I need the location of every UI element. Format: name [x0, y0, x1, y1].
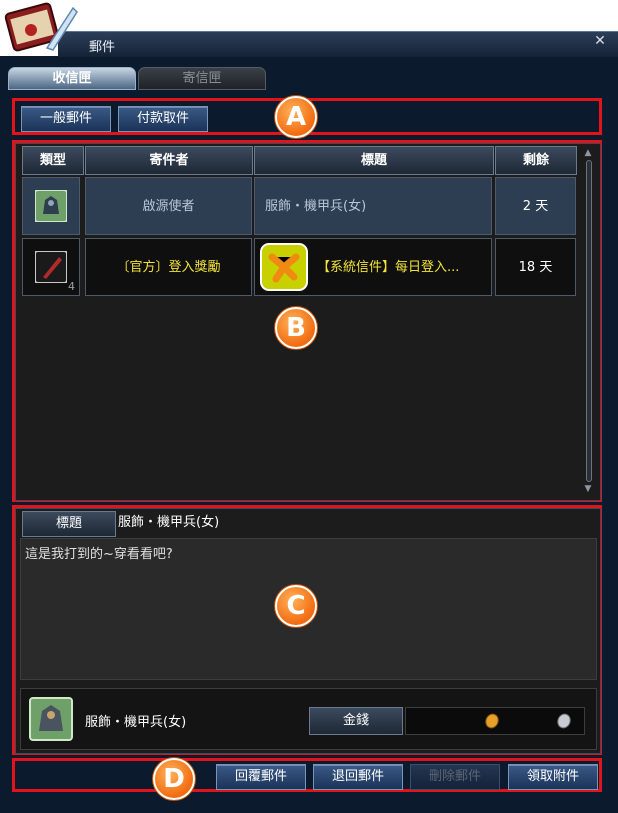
type-cell [22, 177, 80, 235]
column-header-sender: 寄件者 [85, 146, 253, 175]
filter-cod-mail-button[interactable]: 付款取件 [118, 106, 208, 132]
tab-outbox[interactable]: 寄信匣 [138, 67, 266, 90]
callout-badge-a: A [275, 96, 317, 138]
mail-list-scrollbar[interactable]: ▲ ▼ [583, 146, 593, 494]
sender-cell: 啟源使者 [85, 177, 252, 235]
attachment-name: 服飾・機甲兵(女) [85, 715, 187, 730]
tab-inbox[interactable]: 收信匣 [8, 67, 136, 90]
money-label: 金錢 [309, 707, 403, 735]
callout-badge-d: D [153, 758, 195, 800]
subject-label-tab: 標題 [22, 511, 116, 537]
title-bar: 郵件 ✕ [0, 0, 618, 57]
subject-cell: 服飾・機甲兵(女) [254, 177, 492, 235]
callout-badge-b: B [275, 307, 317, 349]
column-header-remaining: 剩餘 [495, 146, 577, 175]
claim-attachment-button[interactable]: 領取附件 [508, 764, 598, 790]
column-header-type: 類型 [22, 146, 84, 175]
scroll-rail[interactable] [586, 160, 592, 482]
scroll-up-icon[interactable]: ▲ [583, 148, 593, 158]
column-header-subject: 標題 [254, 146, 494, 175]
weapon-item-icon [35, 251, 67, 283]
filter-normal-mail-button[interactable]: 一般郵件 [21, 106, 111, 132]
money-field [405, 707, 585, 735]
window-title: 郵件 [89, 40, 116, 55]
type-cell: 4 [22, 238, 80, 296]
attachment-item-icon[interactable] [29, 697, 73, 741]
subject-text: 【系統信件】每日登入... [317, 260, 460, 275]
mail-body-text: 這是我打到的~穿看看吧? [25, 547, 173, 562]
gold-coin-icon [485, 713, 499, 729]
subject-cell: 【系統信件】每日登入... [254, 238, 492, 296]
sender-cell: 〔官方〕登入獎勵 [85, 238, 252, 296]
callout-badge-c: C [275, 585, 317, 627]
attachment-row: 服飾・機甲兵(女) 金錢 [20, 688, 597, 750]
reply-mail-button[interactable]: 回覆郵件 [216, 764, 306, 790]
armor-item-icon [35, 190, 67, 222]
mail-window: 郵件 ✕ 收信匣 寄信匣 一般郵件 付款取件 A 類型 寄件者 標題 剩餘 啟源… [0, 0, 618, 813]
remaining-cell: 18 天 [495, 238, 576, 296]
item-count: 4 [68, 280, 75, 293]
close-icon[interactable]: ✕ [592, 33, 608, 49]
delete-mail-button[interactable]: 刪除郵件 [410, 764, 500, 790]
title-bar-strip [58, 31, 618, 57]
silver-coin-icon [557, 713, 571, 729]
detail-subject: 服飾・機甲兵(女) [118, 515, 220, 530]
system-mail-icon [260, 243, 308, 291]
return-mail-button[interactable]: 退回郵件 [313, 764, 403, 790]
scroll-down-icon[interactable]: ▼ [583, 484, 593, 494]
remaining-cell: 2 天 [495, 177, 576, 235]
mail-quill-icon [4, 2, 78, 52]
